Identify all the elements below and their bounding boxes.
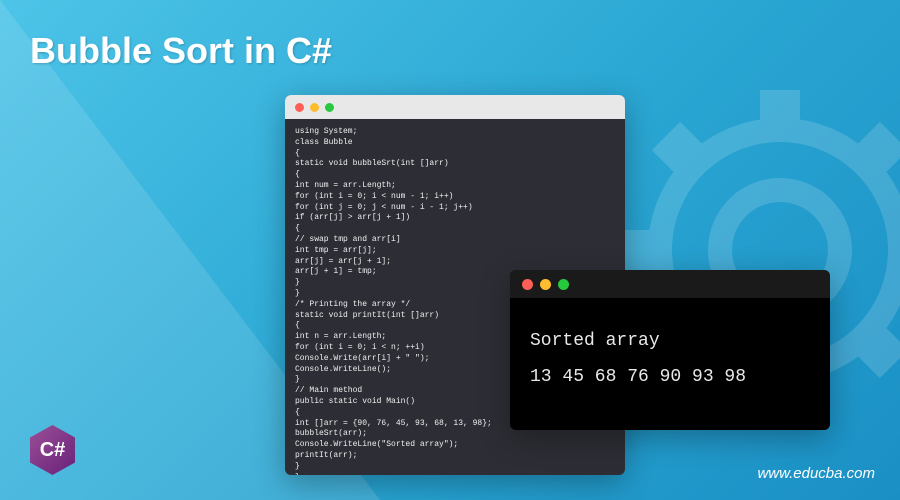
close-icon [522,279,533,290]
maximize-icon [558,279,569,290]
output-content: Sorted array 13 45 68 76 90 93 98 [510,298,830,420]
minimize-icon [310,103,319,112]
minimize-icon [540,279,551,290]
maximize-icon [325,103,334,112]
logo-text: C# [40,439,66,462]
website-url: www.educba.com [757,465,875,482]
page-title: Bubble Sort in C# [30,30,332,72]
output-line: 13 45 68 76 90 93 98 [530,359,810,395]
close-icon [295,103,304,112]
window-titlebar [510,270,830,298]
window-titlebar [285,95,625,119]
terminal-output-window: Sorted array 13 45 68 76 90 93 98 [510,270,830,430]
output-line: Sorted array [530,323,810,359]
